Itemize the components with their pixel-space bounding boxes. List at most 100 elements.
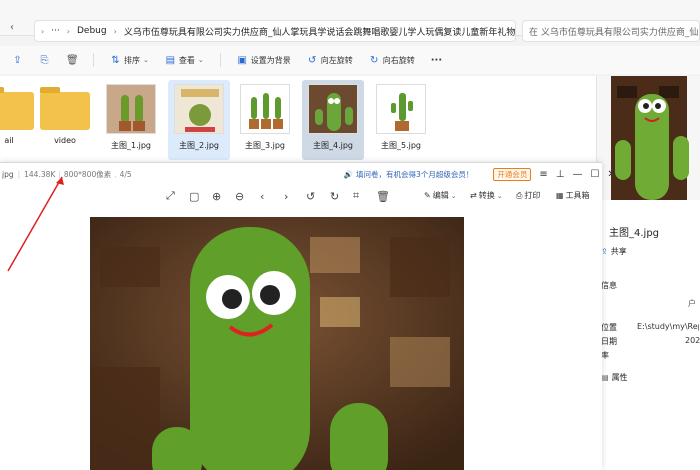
image-thumbnail <box>174 84 224 134</box>
rotate-right-icon: ↻ <box>370 54 379 66</box>
edit-icon: ✎ <box>424 191 431 200</box>
toolbar-divider <box>93 53 94 67</box>
edit-label: 编辑 <box>432 191 449 200</box>
details-right-value: 户 <box>688 299 696 308</box>
image-thumbnail <box>240 84 290 134</box>
toolbox-icon: ▦ <box>556 191 564 200</box>
rotate-right-icon[interactable]: ↻ <box>330 190 339 203</box>
vip-button[interactable]: 开通会员 <box>493 167 532 181</box>
viewer-toolbar: ⤢ ▢ ⊕ ⊖ ‹ › ↺ ↻ ⌗ 🗑 ✎ 编辑 ⌄ ⇄ 转换 ⌄ ⎙ 打印 ▦… <box>0 185 602 207</box>
image-file-item[interactable]: 主图_2.jpg <box>168 80 230 160</box>
image-file-item[interactable]: 主图_1.jpg <box>100 80 162 160</box>
fit-window-icon[interactable]: ▢ <box>189 190 199 203</box>
wallpaper-icon: ▣ <box>237 54 247 66</box>
rotate-right-button[interactable]: ↻ 向右旋转 <box>369 55 415 66</box>
file-label: 主图_5.jpg <box>380 141 421 150</box>
info-divider: , <box>114 169 117 179</box>
share-icon: ⇪ <box>601 247 608 256</box>
set-background-label: 设置为背景 <box>250 55 291 65</box>
fullscreen-icon[interactable]: ⤢ <box>166 189 175 203</box>
image-file-item[interactable]: 主图_3.jpg <box>234 80 296 160</box>
share-button[interactable]: ⇪ 共享 <box>601 246 627 257</box>
print-button[interactable]: ⎙ 打印 <box>516 190 540 201</box>
crop-icon[interactable]: ⌗ <box>353 189 359 203</box>
sort-label: 排序 <box>124 55 140 65</box>
next-icon[interactable]: › <box>284 190 288 203</box>
pin-icon[interactable]: ⊥ <box>556 169 565 180</box>
chevron-down-icon: ⌄ <box>450 191 457 200</box>
chevron-right-icon: › <box>41 26 45 36</box>
edit-button[interactable]: ✎ 编辑 ⌄ <box>424 190 457 201</box>
view-button[interactable]: ▤ 查看 ⌄ <box>165 55 204 66</box>
zoom-in-icon[interactable]: ⊕ <box>212 190 221 203</box>
toolbox-button[interactable]: ▦ 工具箱 <box>556 190 590 201</box>
details-section-heading: 信息 <box>601 281 617 290</box>
maximize-icon[interactable]: ☐ <box>590 169 599 180</box>
folder-item[interactable]: video <box>34 80 96 160</box>
rotate-right-label: 向右旋转 <box>382 55 415 65</box>
chevron-right-icon: › <box>113 26 117 36</box>
main-photo <box>90 217 464 470</box>
delete-icon[interactable]: 🗑 <box>66 55 79 66</box>
minimize-icon[interactable]: — <box>572 169 582 180</box>
file-label: video <box>54 136 76 145</box>
previous-icon[interactable]: ‹ <box>260 190 264 203</box>
volume-icon: 🔊 <box>343 169 354 179</box>
image-file-item[interactable]: 主图_5.jpg <box>370 80 432 160</box>
search-placeholder: 在 义乌市伍尊玩具有限公司实力供应商_仙人 <box>529 27 700 38</box>
file-label: 主图_4.jpg <box>312 141 353 150</box>
address-bar[interactable]: › ··· › Debug › 义乌市伍尊玩具有限公司实力供应商_仙人掌玩具学说… <box>34 20 516 42</box>
details-pane: 主图_4.jpg ⇪ 共享 信息 户 位置 E:\study\my\Reptil… <box>596 76 700 470</box>
close-icon[interactable]: ✕ <box>607 169 615 180</box>
rotate-left-button[interactable]: ↺ 向左旋转 <box>307 55 353 66</box>
image-file-item-selected[interactable]: 主图_4.jpg <box>302 80 364 160</box>
chevron-down-icon: ⌄ <box>197 56 204 64</box>
breadcrumb-current-folder[interactable]: 义乌市伍尊玩具有限公司实力供应商_仙人掌玩具学说话会跳舞唱歌婴儿学人玩偶复读儿童… <box>124 25 515 38</box>
folder-icon <box>40 87 90 130</box>
convert-button[interactable]: ⇄ 转换 ⌄ <box>470 190 503 201</box>
convert-label: 转换 <box>478 191 495 200</box>
image-thumbnail <box>106 84 156 134</box>
image-viewer-window: jpg | 144.38K | 800*800像素 , 4/5 🔊 填问卷，有机… <box>0 162 616 470</box>
menu-icon[interactable]: ≡ <box>539 169 547 180</box>
breadcrumb-more[interactable]: ··· <box>51 26 60 36</box>
link-icon[interactable]: ⎘ <box>39 55 50 66</box>
view-label: 查看 <box>178 55 195 65</box>
date-label: 日期 <box>601 337 617 346</box>
location-label: 位置 <box>601 323 617 332</box>
image-index: 4/5 <box>119 169 132 179</box>
more-button[interactable]: ··· <box>431 55 442 66</box>
promo-link[interactable]: 填问卷，有机会得3个月超级会员！ <box>356 169 473 180</box>
file-label: 主图_3.jpg <box>244 141 285 150</box>
share-icon[interactable]: ⇪ <box>12 55 23 66</box>
details-filename: 主图_4.jpg <box>609 228 660 239</box>
image-thumbnail <box>376 84 426 134</box>
preview-image <box>597 76 700 200</box>
image-thumbnail <box>308 84 358 134</box>
rotate-left-icon[interactable]: ↺ <box>306 190 315 203</box>
set-background-button[interactable]: ▣ 设置为背景 <box>237 55 291 66</box>
annotation-arrow <box>7 176 64 272</box>
file-label: 主图_2.jpg <box>178 141 219 150</box>
rotate-left-icon: ↺ <box>308 54 317 66</box>
sort-button[interactable]: ⇅ 排序 ⌄ <box>110 55 149 66</box>
chevron-down-icon: ⌄ <box>496 191 503 200</box>
search-input[interactable]: 在 义乌市伍尊玩具有限公司实力供应商_仙人 <box>522 20 700 42</box>
sort-icon: ⇅ <box>111 54 120 66</box>
more-label: ··· <box>430 54 443 66</box>
back-chevron-icon[interactable]: ‹ <box>10 22 14 33</box>
date-value: 2024 <box>685 336 700 345</box>
print-label: 打印 <box>524 191 541 200</box>
zoom-out-icon[interactable]: ⊖ <box>235 190 244 203</box>
share-label: 共享 <box>610 247 627 256</box>
extra-label: 率 <box>601 351 609 360</box>
breadcrumb-debug[interactable]: Debug <box>77 26 107 36</box>
delete-icon[interactable]: 🗑 <box>376 190 390 203</box>
chevron-right-icon: › <box>66 26 70 36</box>
explorer-toolbar: ⇪ ⎘ 🗑 ⇅ 排序 ⌄ ▤ 查看 ⌄ ▣ 设置为背景 ↺ 向左旋转 ↻ 向右旋… <box>0 46 700 74</box>
address-row: ‹ › ··· › Debug › 义乌市伍尊玩具有限公司实力供应商_仙人掌玩具… <box>0 0 700 42</box>
toolbox-label: 工具箱 <box>565 191 590 200</box>
print-icon: ⎙ <box>516 190 523 200</box>
properties-button[interactable]: ▤ 属性 <box>601 372 628 383</box>
toolbar-divider <box>219 53 221 67</box>
